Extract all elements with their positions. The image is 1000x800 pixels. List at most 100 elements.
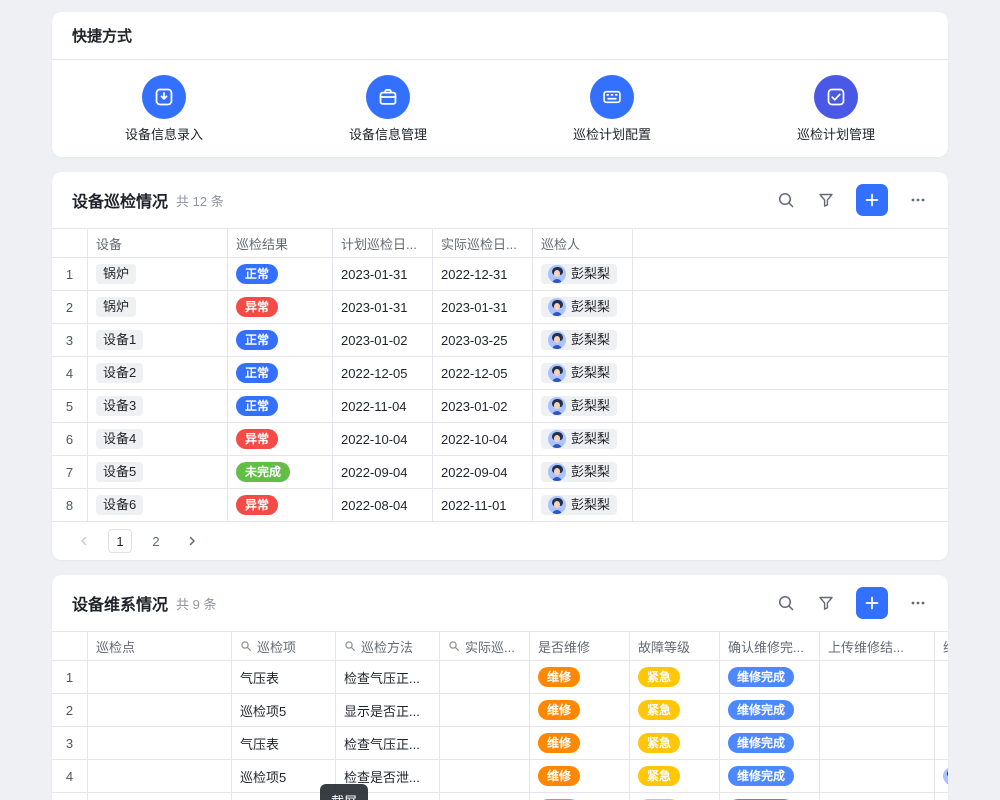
point-cell[interactable] [88,760,232,792]
upload-cell[interactable] [820,760,935,792]
row-number-header[interactable] [52,229,88,257]
inspector-cell[interactable]: 彭梨梨 [533,489,633,521]
extra-cell[interactable] [935,661,948,693]
inspector-cell[interactable]: 彭梨梨 [533,456,633,488]
shortcut-device-entry[interactable]: 设备信息录入 [52,75,276,143]
result-cell[interactable]: 正常 [228,324,333,356]
point-cell[interactable] [88,661,232,693]
repair-cell[interactable]: 维修 [530,793,630,800]
extra-cell[interactable] [935,727,948,759]
method-cell[interactable]: 显示是否正... [336,694,440,726]
device-cell[interactable]: 设备6 [88,489,228,521]
level-cell[interactable]: 紧急 [630,760,720,792]
actual-date-cell[interactable]: 2023-01-31 [433,291,533,323]
actual-date-cell[interactable]: 2023-03-25 [433,324,533,356]
repair-cell[interactable]: 维修 [530,661,630,693]
inspector-cell[interactable]: 彭梨梨 [533,291,633,323]
confirm-cell[interactable]: 维修完成 [720,727,820,759]
actual-cell[interactable] [440,661,530,693]
row-number-cell[interactable]: 6 [52,423,88,455]
device-cell[interactable]: 锅炉 [88,291,228,323]
planned-date-cell[interactable]: 2022-09-04 [333,456,433,488]
level-cell[interactable]: 紧急 [630,694,720,726]
row-number-cell[interactable]: 7 [52,456,88,488]
result-cell[interactable]: 正常 [228,390,333,422]
prev-page-icon[interactable] [72,529,96,553]
column-header[interactable]: 确认维修完... [720,632,820,660]
actual-cell[interactable] [440,760,530,792]
device-cell[interactable]: 设备3 [88,390,228,422]
column-header[interactable]: 计划巡检日... [333,229,433,257]
upload-cell[interactable] [820,694,935,726]
inspector-cell[interactable]: 彭梨梨 [533,258,633,290]
device-cell[interactable]: 设备5 [88,456,228,488]
search-icon[interactable] [776,190,796,210]
point-cell[interactable] [88,694,232,726]
device-cell[interactable]: 设备2 [88,357,228,389]
confirm-cell[interactable]: 维修完成 [720,694,820,726]
row-number-cell[interactable]: 2 [52,291,88,323]
extra-cell[interactable] [935,760,948,792]
filter-icon[interactable] [816,190,836,210]
shortcut-plan-manage[interactable]: 巡检计划管理 [724,75,948,143]
inspector-cell[interactable]: 彭梨梨 [533,423,633,455]
extra-cell[interactable] [935,793,948,800]
device-cell[interactable]: 设备4 [88,423,228,455]
planned-date-cell[interactable]: 2022-12-05 [333,357,433,389]
inspector-cell[interactable]: 彭梨梨 [533,324,633,356]
actual-date-cell[interactable]: 2022-09-04 [433,456,533,488]
level-cell[interactable]: 紧急 [630,793,720,800]
result-cell[interactable]: 未完成 [228,456,333,488]
confirm-cell[interactable]: 维修完成 [720,661,820,693]
item-cell[interactable]: 气压表 [232,661,336,693]
method-cell[interactable]: 检查气压正... [336,727,440,759]
point-cell[interactable] [88,727,232,759]
column-header[interactable]: 设备 [88,229,228,257]
column-header[interactable]: 巡检方法 [336,632,440,660]
inspector-cell[interactable]: 彭梨梨 [533,357,633,389]
filter-icon[interactable] [816,593,836,613]
column-header[interactable]: 维... [935,632,948,660]
column-header[interactable]: 是否维修 [530,632,630,660]
column-header[interactable]: 巡检点 [88,632,232,660]
extra-cell[interactable] [935,694,948,726]
page-button-1[interactable]: 1 [108,529,132,553]
confirm-cell[interactable]: 维修完成 [720,793,820,800]
add-record-button[interactable] [856,184,888,216]
upload-cell[interactable] [820,661,935,693]
row-number-cell[interactable]: 4 [52,357,88,389]
inspector-cell[interactable]: 彭梨梨 [533,390,633,422]
result-cell[interactable]: 异常 [228,489,333,521]
point-cell[interactable] [88,793,232,800]
planned-date-cell[interactable]: 2023-01-02 [333,324,433,356]
column-header[interactable]: 实际巡... [440,632,530,660]
shortcut-plan-config[interactable]: 巡检计划配置 [500,75,724,143]
row-number-cell[interactable]: 3 [52,727,88,759]
actual-cell[interactable] [440,727,530,759]
row-number-cell[interactable]: 3 [52,324,88,356]
confirm-cell[interactable]: 维修完成 [720,760,820,792]
row-number-cell[interactable]: 1 [52,661,88,693]
result-cell[interactable]: 正常 [228,258,333,290]
item-cell[interactable]: 气压表 [232,727,336,759]
result-cell[interactable]: 异常 [228,423,333,455]
planned-date-cell[interactable]: 2022-11-04 [333,390,433,422]
row-number-cell[interactable]: 5 [52,793,88,800]
device-cell[interactable]: 设备1 [88,324,228,356]
column-header[interactable]: 上传维修结... [820,632,935,660]
level-cell[interactable]: 紧急 [630,727,720,759]
row-number-cell[interactable]: 4 [52,760,88,792]
method-cell[interactable]: 检查气压正... [336,661,440,693]
planned-date-cell[interactable]: 2023-01-31 [333,258,433,290]
planned-date-cell[interactable]: 2022-10-04 [333,423,433,455]
repair-cell[interactable]: 维修 [530,760,630,792]
row-number-cell[interactable]: 1 [52,258,88,290]
row-number-cell[interactable]: 5 [52,390,88,422]
result-cell[interactable]: 异常 [228,291,333,323]
device-cell[interactable]: 锅炉 [88,258,228,290]
result-cell[interactable]: 正常 [228,357,333,389]
actual-date-cell[interactable]: 2022-12-05 [433,357,533,389]
more-options-icon[interactable] [908,190,928,210]
actual-date-cell[interactable]: 2022-11-01 [433,489,533,521]
repair-cell[interactable]: 维修 [530,727,630,759]
